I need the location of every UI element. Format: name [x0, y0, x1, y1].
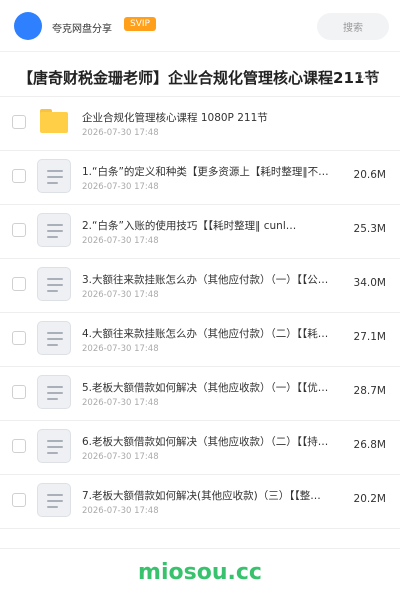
item-name: 7.老板大额借款如何解决(其他应收款)（三）【【整… [82, 490, 321, 502]
item-date: 2026-07-30 17:48 [82, 344, 159, 354]
row-checkbox[interactable] [12, 115, 26, 129]
svip-badge: SVIP [124, 17, 156, 31]
item-date: 2026-07-30 17:48 [82, 128, 159, 138]
item-date: 2026-07-30 17:48 [82, 398, 159, 408]
item-size: 20.6M [353, 169, 386, 181]
list-item[interactable]: 7.老板大额借款如何解决(其他应收款)（三）【【整… 2026-07-30 17… [0, 475, 400, 529]
item-date: 2026-07-30 17:48 [82, 182, 159, 192]
list-item[interactable]: 1.“白条”的定义和种类【更多资源上【耗时整理‖不… 2026-07-30 17… [0, 151, 400, 205]
avatar[interactable] [14, 12, 42, 40]
item-size: 27.1M [353, 331, 386, 343]
search-placeholder: 搜索 [343, 23, 363, 34]
row-checkbox[interactable] [12, 223, 26, 237]
document-icon [37, 375, 71, 409]
search-input[interactable]: 搜索 [317, 13, 389, 40]
page-title: 【唐奇财税金珊老师】企业合规化管理核心课程211节 [18, 69, 380, 87]
item-date: 2026-07-30 17:48 [82, 506, 159, 516]
document-icon [37, 213, 71, 247]
item-name: 5.老板大额借款如何解决（其他应收款）（一）【【优… [82, 382, 329, 394]
document-icon [37, 429, 71, 463]
row-checkbox[interactable] [12, 385, 26, 399]
document-icon [37, 321, 71, 355]
item-name: 3.大额往来款挂账怎么办（其他应付款）（一）【【公… [82, 274, 329, 286]
list-item[interactable]: 5.老板大额借款如何解决（其他应收款）（一）【【优… 2026-07-30 17… [0, 367, 400, 421]
item-size: 20.2M [353, 493, 386, 505]
row-checkbox[interactable] [12, 169, 26, 183]
list-item[interactable]: 6.老板大额借款如何解决（其他应收款）（二）【【持… 2026-07-30 17… [0, 421, 400, 475]
row-checkbox[interactable] [12, 277, 26, 291]
row-checkbox[interactable] [12, 493, 26, 507]
document-icon [37, 483, 71, 517]
list-item[interactable]: 2.“白条”入账的使用技巧【【耗时整理‖ cunl… 2026-07-30 17… [0, 205, 400, 259]
item-size: 25.3M [353, 223, 386, 235]
item-size: 28.7M [353, 385, 386, 397]
item-size: 26.8M [353, 439, 386, 451]
row-checkbox[interactable] [12, 439, 26, 453]
top-bar: 夸克网盘分享 SVIP 搜索 [0, 0, 400, 52]
list-item[interactable]: 3.大额往来款挂账怎么办（其他应付款）（一）【【公… 2026-07-30 17… [0, 259, 400, 313]
account-name: 夸克网盘分享 [52, 24, 112, 35]
list-item[interactable]: 4.大额往来款挂账怎么办（其他应付款）（二）【【耗… 2026-07-30 17… [0, 313, 400, 367]
row-checkbox[interactable] [12, 331, 26, 345]
document-icon [37, 159, 71, 193]
item-date: 2026-07-30 17:48 [82, 452, 159, 462]
item-name: 6.老板大额借款如何解决（其他应收款）（二）【【持… [82, 436, 329, 448]
item-size: 34.0M [353, 277, 386, 289]
item-name: 4.大额往来款挂账怎么办（其他应付款）（二）【【耗… [82, 328, 329, 340]
item-date: 2026-07-30 17:48 [82, 236, 159, 246]
list-item[interactable]: 企业合规化管理核心课程 1080P 211节 2026-07-30 17:48 [0, 97, 400, 151]
item-name: 1.“白条”的定义和种类【更多资源上【耗时整理‖不… [82, 166, 329, 178]
item-name: 企业合规化管理核心课程 1080P 211节 [82, 112, 268, 124]
watermark: miosou.cc [138, 560, 262, 585]
folder-icon [40, 109, 68, 133]
item-date: 2026-07-30 17:48 [82, 290, 159, 300]
folder-size: 5.1G [357, 72, 379, 82]
item-name: 2.“白条”入账的使用技巧【【耗时整理‖ cunl… [82, 220, 297, 232]
document-icon [37, 267, 71, 301]
